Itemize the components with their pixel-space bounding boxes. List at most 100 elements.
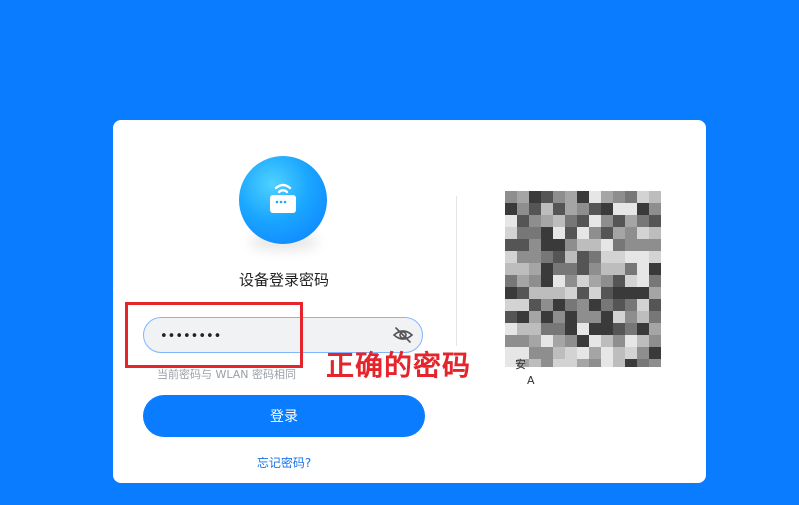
qr-pixel: [613, 299, 625, 311]
qr-pixel: [517, 203, 529, 215]
qr-pixel: [565, 335, 577, 347]
router-logo: [239, 156, 329, 250]
qr-pixel: [637, 227, 649, 239]
qr-pixel: [625, 191, 637, 203]
qr-pixel: [589, 239, 601, 251]
qr-caption-line1: 安: [515, 358, 526, 371]
qr-pixel: [601, 239, 613, 251]
qr-pixel: [601, 323, 613, 335]
qr-pixel: [637, 263, 649, 275]
qr-pixel: [589, 359, 601, 367]
qr-pixel: [637, 191, 649, 203]
qr-pixel: [529, 251, 541, 263]
qr-pixel: [577, 227, 589, 239]
qr-pixel: [577, 251, 589, 263]
qr-pixel: [613, 239, 625, 251]
qr-pixel: [637, 323, 649, 335]
qr-pixel: [541, 239, 553, 251]
qr-pixel: [577, 263, 589, 275]
vertical-divider: [456, 196, 457, 346]
qr-pixel: [613, 287, 625, 299]
qr-pixel: [601, 191, 613, 203]
qr-pixel: [589, 227, 601, 239]
qr-pixel: [649, 251, 661, 263]
qr-pixel: [529, 191, 541, 203]
qr-pixel: [565, 299, 577, 311]
qr-pixel: [505, 323, 517, 335]
qr-pixel: [505, 227, 517, 239]
password-hint: 当前密码与 WLAN 密码相同: [157, 368, 297, 381]
qr-pixel: [529, 215, 541, 227]
qr-pixel: [553, 335, 565, 347]
qr-pixel: [553, 239, 565, 251]
qr-pixel: [529, 263, 541, 275]
qr-pixel: [637, 239, 649, 251]
qr-pixel: [589, 215, 601, 227]
qr-pixel: [613, 347, 625, 359]
qr-pixel: [649, 227, 661, 239]
qr-pixel: [553, 263, 565, 275]
qr-pixel: [613, 263, 625, 275]
annotation-label: 正确的密码: [326, 349, 472, 382]
qr-pixel: [553, 323, 565, 335]
qr-pixel: [589, 263, 601, 275]
login-button[interactable]: 登录: [143, 395, 425, 437]
qr-pixel: [517, 287, 529, 299]
qr-pixel: [589, 311, 601, 323]
qr-pixel: [565, 275, 577, 287]
qr-pixel: [649, 299, 661, 311]
qr-pixel: [625, 359, 637, 367]
router-icon: [239, 156, 327, 244]
qr-pixel: [637, 251, 649, 263]
qr-pixel: [565, 215, 577, 227]
qr-pixel: [529, 239, 541, 251]
qr-pixel: [505, 215, 517, 227]
qr-pixel: [565, 203, 577, 215]
qr-pixel: [553, 203, 565, 215]
qr-pixel: [589, 251, 601, 263]
qr-pixel: [541, 227, 553, 239]
qr-pixel: [577, 323, 589, 335]
qr-pixel: [517, 239, 529, 251]
qr-pixel: [565, 227, 577, 239]
qr-pixel: [577, 239, 589, 251]
qr-pixel: [637, 311, 649, 323]
qr-pixel: [649, 239, 661, 251]
qr-pixel: [625, 239, 637, 251]
qr-pixel: [517, 215, 529, 227]
qr-pixel: [505, 251, 517, 263]
qr-pixel: [541, 299, 553, 311]
qr-pixel: [613, 311, 625, 323]
qr-pixel: [625, 275, 637, 287]
qr-pixel: [601, 227, 613, 239]
qr-pixel: [589, 335, 601, 347]
qr-pixel: [649, 335, 661, 347]
qr-pixel: [589, 191, 601, 203]
qr-pixel: [637, 203, 649, 215]
qr-pixel: [601, 263, 613, 275]
qr-pixel: [553, 227, 565, 239]
qr-pixel: [649, 347, 661, 359]
qr-pixel: [601, 203, 613, 215]
qr-pixel: [577, 335, 589, 347]
forgot-password-link[interactable]: 忘记密码?: [226, 454, 342, 471]
qr-pixel: [529, 335, 541, 347]
qr-pixel: [637, 299, 649, 311]
qr-pixel: [649, 203, 661, 215]
qr-pixel: [613, 359, 625, 367]
qr-pixel: [541, 359, 553, 367]
qr-pixel: [613, 323, 625, 335]
qr-pixel: [601, 275, 613, 287]
qr-pixel: [553, 311, 565, 323]
qr-pixel: [505, 239, 517, 251]
qr-pixel: [649, 263, 661, 275]
qr-pixel: [601, 335, 613, 347]
qr-pixel: [517, 251, 529, 263]
qr-pixel: [505, 203, 517, 215]
qr-pixel: [577, 299, 589, 311]
qr-pixel: [541, 335, 553, 347]
qr-pixel: [625, 263, 637, 275]
qr-pixel: [589, 323, 601, 335]
qr-code: [505, 191, 661, 367]
qr-pixel: [505, 263, 517, 275]
